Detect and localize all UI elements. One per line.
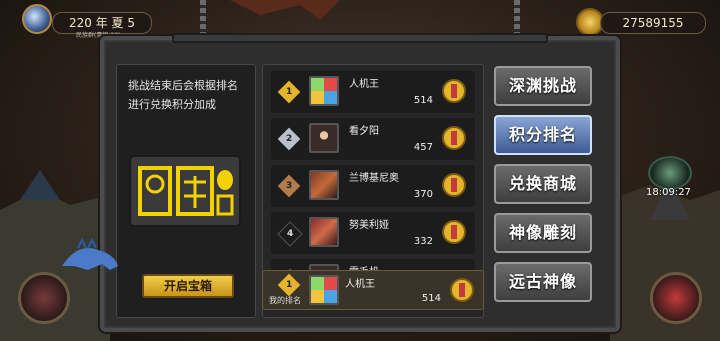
treasure-chest-icon bbox=[129, 155, 241, 227]
season-icon[interactable] bbox=[22, 4, 52, 34]
rank-badge: 2 bbox=[277, 127, 301, 151]
tab-statue-carving[interactable]: 神像雕刻 bbox=[494, 213, 592, 253]
rank-badge: 3 bbox=[277, 174, 301, 198]
medal-icon bbox=[450, 278, 474, 302]
player-name: 看夕阳 bbox=[349, 126, 379, 137]
chain-left bbox=[200, 0, 206, 36]
open-chest-button[interactable]: 开启宝箱 bbox=[142, 274, 234, 298]
player-score: 457 bbox=[413, 142, 433, 153]
gold-amount: 27589155 bbox=[600, 12, 706, 34]
player-score: 514 bbox=[421, 293, 441, 304]
medal-icon bbox=[442, 126, 466, 150]
my-rank-row[interactable]: 1 我的排名 人机王 514 bbox=[262, 270, 484, 310]
medal-icon bbox=[442, 220, 466, 244]
player-name: 人机王 bbox=[349, 79, 379, 90]
tab-exchange-shop[interactable]: 兑换商城 bbox=[494, 164, 592, 204]
rank-badge: 1 bbox=[277, 273, 301, 297]
player-name: 兰博基尼奥 bbox=[349, 173, 399, 184]
player-score: 514 bbox=[413, 95, 433, 106]
boss-icon[interactable] bbox=[648, 156, 692, 190]
player-avatar bbox=[309, 76, 339, 106]
player-score: 370 bbox=[413, 189, 433, 200]
list-item[interactable]: 2 看夕阳 457 bbox=[271, 118, 475, 160]
medal-icon bbox=[442, 173, 466, 197]
player-avatar bbox=[309, 217, 339, 247]
list-item[interactable]: 1 人机王 514 bbox=[271, 71, 475, 113]
hero-portrait-right[interactable] bbox=[650, 272, 702, 324]
player-avatar bbox=[309, 275, 339, 305]
rank-badge: 4 bbox=[277, 221, 303, 247]
chain-right bbox=[514, 0, 520, 36]
dialog-top-bar bbox=[172, 33, 548, 43]
tab-ancient-statue[interactable]: 远古神像 bbox=[494, 262, 592, 302]
tab-points-ranking[interactable]: 积分排名 bbox=[494, 115, 592, 155]
tab-abyss-challenge[interactable]: 深渊挑战 bbox=[494, 66, 592, 106]
player-name: 努美利娅 bbox=[349, 220, 389, 231]
reward-description: 挑战结束后会根据排名进行兑换积分加成 bbox=[128, 79, 238, 111]
player-avatar bbox=[309, 123, 339, 153]
rank-badge: 1 bbox=[277, 80, 301, 104]
my-rank-label: 我的排名 bbox=[269, 296, 301, 305]
player-score: 332 bbox=[413, 236, 433, 247]
player-name: 人机王 bbox=[345, 279, 375, 290]
event-timer: 18:09:27 bbox=[646, 187, 691, 198]
medal-icon bbox=[442, 79, 466, 103]
list-item[interactable]: 4 努美利娅 332 bbox=[271, 212, 475, 254]
hero-portrait-left[interactable] bbox=[18, 272, 70, 324]
list-item[interactable]: 3 兰博基尼奥 370 bbox=[271, 165, 475, 207]
dragon-sprite bbox=[62, 237, 118, 270]
player-avatar bbox=[309, 170, 339, 200]
